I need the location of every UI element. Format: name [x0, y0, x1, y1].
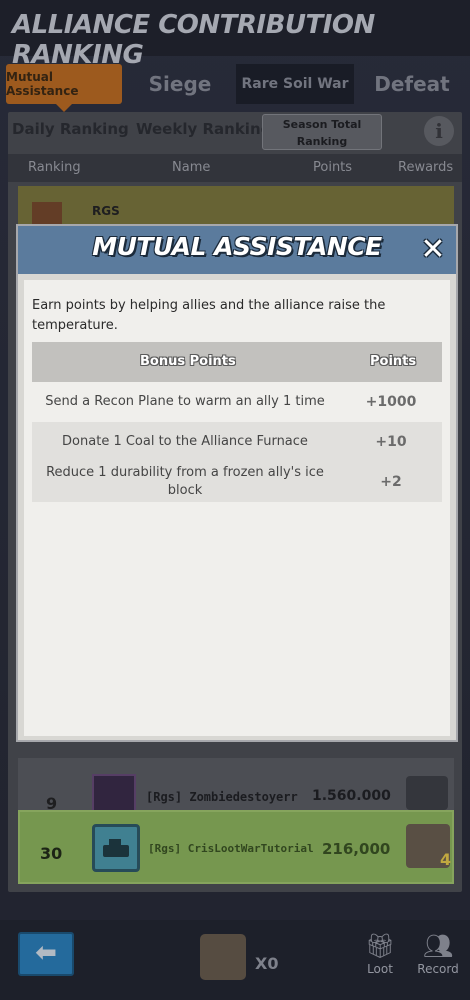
game-screen: ALLIANCE CONTRIBUTION RANKING Mutual Ass…	[0, 0, 470, 1000]
task-text: Reduce 1 durability from a frozen ally's…	[46, 465, 324, 498]
header-bonus-points: Bonus Points	[140, 354, 236, 369]
table-row: Send a Recon Plane to warm an ally 1 tim…	[32, 382, 442, 422]
task-points: +2	[380, 474, 402, 490]
table-row: Reduce 1 durability from a frozen ally's…	[32, 462, 442, 502]
close-icon[interactable]: ✕	[418, 235, 448, 266]
task-text: Donate 1 Coal to the Alliance Furnace	[62, 434, 308, 449]
task-points: +10	[375, 434, 407, 450]
bonus-points-table: Bonus Points Points Send a Recon Plane t…	[32, 342, 442, 502]
task-text: Send a Recon Plane to warm an ally 1 tim…	[45, 394, 325, 409]
mutual-assistance-dialog: MUTUAL ASSISTANCE ✕ Earn points by helpi…	[16, 224, 458, 742]
dialog-header: MUTUAL ASSISTANCE ✕	[18, 226, 456, 274]
task-points: +1000	[365, 394, 417, 410]
header-points: Points	[370, 354, 417, 369]
dialog-body: Earn points by helping allies and the al…	[24, 280, 450, 736]
dialog-description: Earn points by helping allies and the al…	[32, 298, 386, 333]
dialog-title: MUTUAL ASSISTANCE	[92, 232, 382, 261]
table-row: Donate 1 Coal to the Alliance Furnace +1…	[32, 422, 442, 462]
table-header: Bonus Points Points	[32, 342, 442, 382]
